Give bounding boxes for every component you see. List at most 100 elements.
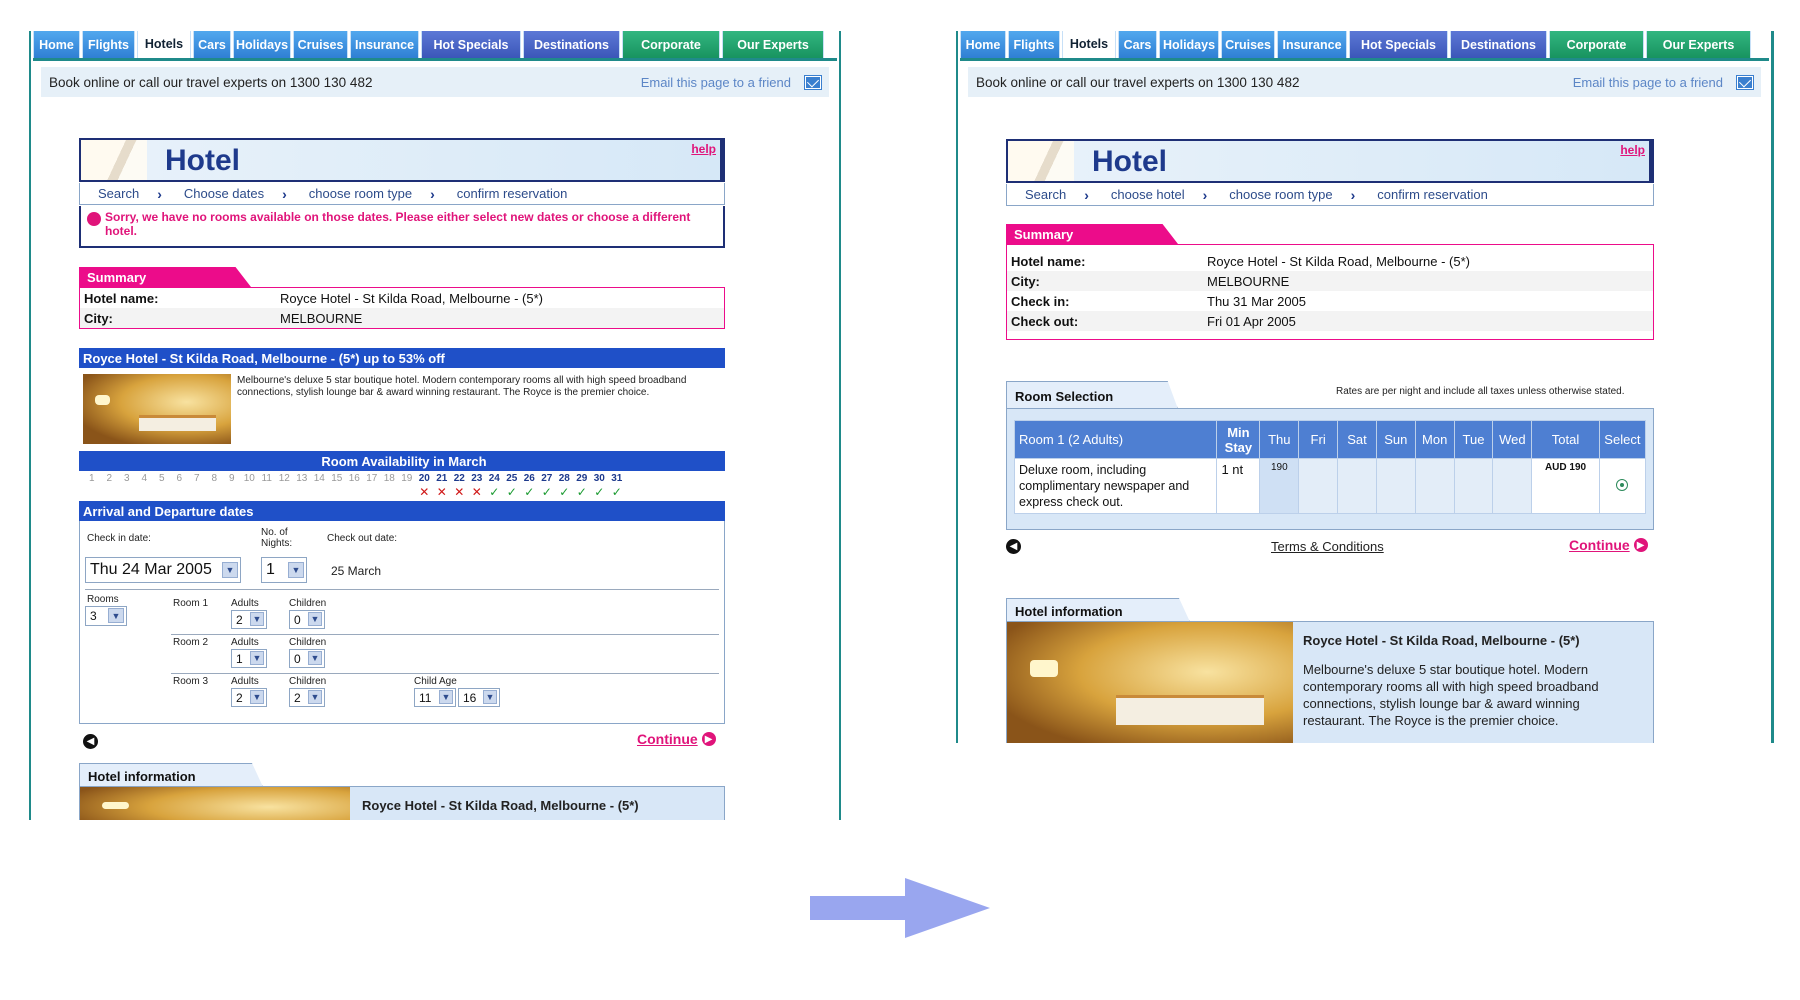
calendar-mark (171, 485, 189, 499)
calendar-day: 3 (123, 473, 130, 484)
rooms-select[interactable]: 3 ▼ (85, 606, 127, 626)
rooms-value: 3 (90, 609, 97, 623)
tab-cars[interactable]: Cars (193, 31, 231, 58)
tab-our-experts[interactable]: Our Experts (722, 31, 824, 58)
calendar-mark (136, 485, 154, 499)
email-friend-link[interactable]: Email this page to a friend (641, 74, 822, 90)
tab-insurance[interactable]: Insurance (350, 31, 419, 58)
tab-hotels[interactable]: Hotels (1062, 31, 1116, 58)
room-description: Deluxe room, including complimentary new… (1013, 458, 1218, 514)
breadcrumb: Search › choose hotel › choose room type › … (1006, 184, 1654, 206)
arrow-right-icon: ▶ (701, 732, 716, 746)
nights-select[interactable]: 1 ▼ (261, 557, 307, 583)
summary-key: Hotel name: (1011, 253, 1086, 269)
room3-children-select[interactable]: 2 ▼ (289, 688, 325, 707)
tab-cars[interactable]: Cars (1118, 31, 1157, 58)
tab-holidays[interactable]: Holidays (233, 31, 291, 58)
select-radio[interactable] (1616, 478, 1629, 491)
room3-adults-select[interactable]: 2 ▼ (231, 688, 267, 707)
calendar-mark (276, 485, 294, 499)
help-link[interactable]: help (1620, 143, 1645, 157)
chevron-right-icon: › (1084, 186, 1089, 203)
calendar-day: 21 (436, 473, 448, 484)
room1-label: Room 1 (173, 598, 209, 609)
summary-key: Check out: (1011, 313, 1079, 329)
checkout-label: Check out date: (327, 533, 398, 544)
tab-destinations[interactable]: Destinations (523, 31, 620, 58)
col-sun: Sun (1375, 420, 1416, 459)
summary-key: Hotel name: (84, 290, 159, 306)
terms-link[interactable]: Terms & Conditions (1271, 539, 1384, 554)
tab-hot-specials[interactable]: Hot Specials (421, 31, 521, 58)
tab-holidays[interactable]: Holidays (1159, 31, 1219, 58)
available-icon: ✓ (506, 485, 517, 499)
calendar-day: 20 (418, 473, 430, 484)
back-button[interactable]: ◀ (1006, 539, 1021, 554)
after-screenshot: Home Flights Hotels Cars Holidays Cruise… (956, 31, 1774, 743)
calendar-day: 22 (453, 473, 465, 484)
tab-cruises[interactable]: Cruises (1221, 31, 1275, 58)
lamp-shape (101, 802, 129, 809)
lamp-shape (94, 395, 110, 405)
tab-insurance[interactable]: Insurance (1277, 31, 1347, 58)
tab-our-experts[interactable]: Our Experts (1646, 31, 1751, 58)
room1-children-value: 0 (294, 612, 301, 627)
room1-children-select[interactable]: 0 ▼ (289, 610, 325, 629)
calendar-day: 1 (88, 473, 95, 484)
email-friend-link[interactable]: Email this page to a friend (1573, 74, 1754, 90)
tab-cruises[interactable]: Cruises (293, 31, 348, 58)
contact-bar: Book online or call our travel experts o… (41, 67, 829, 97)
tab-flights[interactable]: Flights (82, 31, 135, 58)
child-age-select-1[interactable]: 11 ▼ (414, 688, 456, 707)
bed-shape (139, 414, 217, 432)
rates-note: Rates are per night and include all taxe… (1336, 386, 1625, 397)
help-link[interactable]: help (691, 142, 716, 156)
continue-button[interactable]: Continue ▶ (637, 731, 716, 747)
chevron-down-icon: ▼ (250, 612, 264, 626)
room3-adults-value: 2 (236, 690, 243, 705)
tab-hot-specials[interactable]: Hot Specials (1349, 31, 1448, 58)
email-icon (804, 74, 822, 90)
hotel-info-heading: Hotel information (79, 763, 263, 787)
summary-value: Thu 31 Mar 2005 (1207, 293, 1307, 309)
deal-description: Melbourne's deluxe 5 star boutique hotel… (237, 375, 687, 398)
min-stay-value: 1 nt (1216, 458, 1261, 514)
calendar-mark (223, 485, 241, 499)
summary-row: Hotel name: Royce Hotel - St Kilda Road, … (1007, 251, 1653, 271)
main-nav: Home Flights Hotels Cars Holidays Cruise… (960, 31, 1769, 61)
summary-row: Check in: Thu 31 Mar 2005 (1007, 291, 1653, 311)
unavailable-icon: ✕ (419, 485, 430, 499)
child-age-value: 16 (463, 690, 477, 705)
calendar-day: 31 (611, 473, 623, 484)
tab-flights[interactable]: Flights (1008, 31, 1060, 58)
calendar-day: 8 (211, 473, 218, 484)
tab-home[interactable]: Home (960, 31, 1006, 58)
tab-destinations[interactable]: Destinations (1450, 31, 1547, 58)
continue-button[interactable]: Continue ▶ (1569, 537, 1648, 553)
tab-home[interactable]: Home (33, 31, 80, 58)
transition-arrow-icon (810, 878, 990, 938)
calendar-day: 10 (243, 473, 255, 484)
tab-corporate[interactable]: Corporate (1549, 31, 1644, 58)
tab-corporate[interactable]: Corporate (622, 31, 720, 58)
room2-children-select[interactable]: 0 ▼ (289, 649, 325, 668)
room2-adults-select[interactable]: 1 ▼ (231, 649, 267, 668)
hotel-info-description: Melbourne's deluxe 5 star boutique hotel… (1303, 662, 1599, 728)
adults-label: Adults (231, 637, 259, 648)
checkin-select[interactable]: Thu 24 Mar 2005 ▼ (85, 557, 241, 583)
fri-rate (1298, 458, 1339, 514)
back-button[interactable]: ◀ (83, 734, 98, 749)
pillow-image (81, 140, 147, 180)
checkin-value: Thu 24 Mar 2005 (90, 561, 212, 578)
col-wed: Wed (1492, 420, 1533, 459)
room1-adults-select[interactable]: 2 ▼ (231, 610, 267, 629)
children-label: Children (289, 598, 327, 609)
step-search: Search (1025, 187, 1067, 202)
room3-children-value: 2 (294, 690, 301, 705)
summary-table: Hotel name: Royce Hotel - St Kilda Road, … (79, 287, 725, 329)
tab-hotels[interactable]: Hotels (137, 31, 191, 58)
calendar-mark (381, 485, 399, 499)
children-label: Children (289, 676, 327, 687)
alert-icon (87, 212, 101, 226)
child-age-select-2[interactable]: 16 ▼ (458, 688, 500, 707)
